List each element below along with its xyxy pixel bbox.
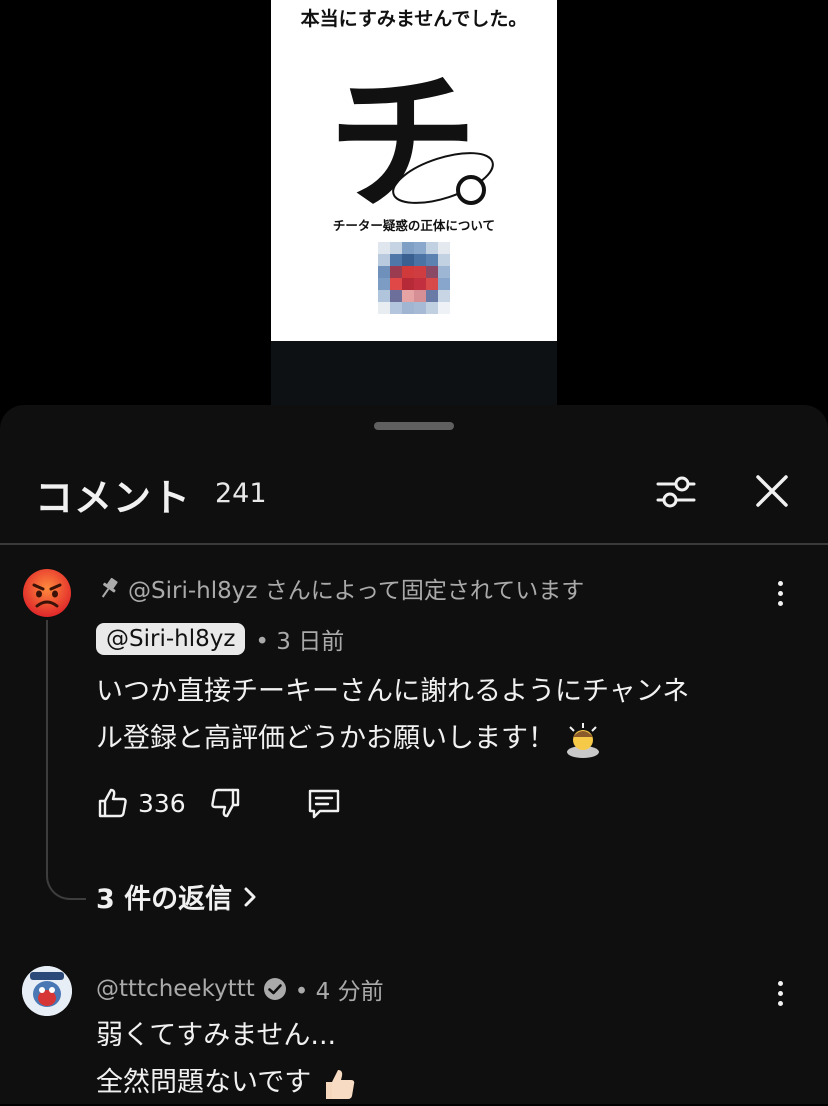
- pin-icon: [101, 577, 118, 598]
- thumbnail-lower-strip: [271, 341, 557, 411]
- pixelated-mascot-image: [378, 242, 450, 314]
- comment-author[interactable]: @tttcheekyttt: [96, 976, 255, 1002]
- reply-button[interactable]: [306, 786, 342, 820]
- comment-text: 弱くてすみません... 全然問題ないです: [96, 1012, 776, 1106]
- more-options-button[interactable]: [765, 575, 795, 611]
- chevron-right-icon: [244, 887, 256, 906]
- avatar[interactable]: [22, 568, 72, 618]
- comment-actions: 336: [96, 783, 342, 823]
- view-replies-link[interactable]: 3 件の返信: [96, 877, 258, 916]
- more-vert-icon: [777, 580, 783, 586]
- channel-logo: チ: [328, 55, 494, 210]
- more-vert-icon: [777, 980, 783, 986]
- like-button[interactable]: 336: [96, 786, 186, 820]
- pinned-indicator: @Siri-hl8yz さんによって固定されています: [98, 571, 584, 605]
- video-player[interactable]: 本当にすみませんでした。 チ チーター疑惑の正体について: [0, 0, 828, 411]
- comment-time: • 3 日前: [255, 629, 345, 655]
- comment-text: いつか直接チーキーさんに謝れるようにチャンネ ル登録と高評価どうかお願いします！: [96, 668, 776, 762]
- comment-author-row: @Siri-hl8yz • 3 日前: [96, 622, 344, 656]
- bowing-person-emoji-icon: [566, 722, 599, 758]
- logo-char: チ: [328, 55, 478, 210]
- verified-check-icon: [263, 978, 286, 1000]
- thumbs-up-emoji-icon: [325, 1069, 354, 1099]
- comments-title: コメント: [35, 476, 192, 520]
- video-thumbnail[interactable]: 本当にすみませんでした。 チ チーター疑惑の正体について: [271, 0, 557, 341]
- comments-sheet: コメント 241 @Siri-hl8yz さんによって固定されています @Sir…: [0, 405, 828, 1104]
- comment-time: • 4 分前: [294, 979, 384, 1005]
- header-divider: [0, 543, 828, 545]
- comments-count: 241: [215, 478, 267, 509]
- avatar[interactable]: [22, 966, 72, 1016]
- close-button[interactable]: [748, 467, 796, 515]
- comment-text-line-2: 全然問題ないです: [96, 1067, 312, 1098]
- angry-face-icon: [23, 569, 71, 617]
- thumbs-up-icon: [98, 788, 127, 818]
- author-chip[interactable]: @Siri-hl8yz: [96, 623, 246, 655]
- more-options-button[interactable]: [765, 975, 795, 1011]
- reply-thread-line: [46, 620, 86, 900]
- drag-handle[interactable]: [374, 422, 454, 430]
- sliders-icon: [656, 476, 696, 508]
- like-count: 336: [138, 788, 186, 818]
- comment-text-line-1: 弱くてすみません...: [96, 1020, 337, 1051]
- pinned-label: @Siri-hl8yz さんによって固定されています: [128, 578, 585, 604]
- thumbnail-title: 本当にすみませんでした。: [300, 8, 528, 30]
- comment-author-row: @tttcheekyttt • 4 分前: [96, 972, 384, 1006]
- thumbnail-caption: チーター疑惑の正体について: [332, 218, 496, 233]
- comment-text-line-2: ル登録と高評価どうかお願いします！: [96, 723, 555, 754]
- reply-comment-icon: [308, 789, 339, 819]
- comment-text-line-1: いつか直接チーキーさんに謝れるようにチャンネ: [96, 676, 690, 707]
- close-icon: [756, 475, 788, 507]
- thumbs-down-icon: [210, 788, 239, 818]
- channel-avatar-icon: [22, 966, 72, 1016]
- replies-label: 3 件の返信: [96, 884, 233, 915]
- sort-filter-button[interactable]: [652, 467, 700, 515]
- dislike-button[interactable]: [208, 786, 242, 820]
